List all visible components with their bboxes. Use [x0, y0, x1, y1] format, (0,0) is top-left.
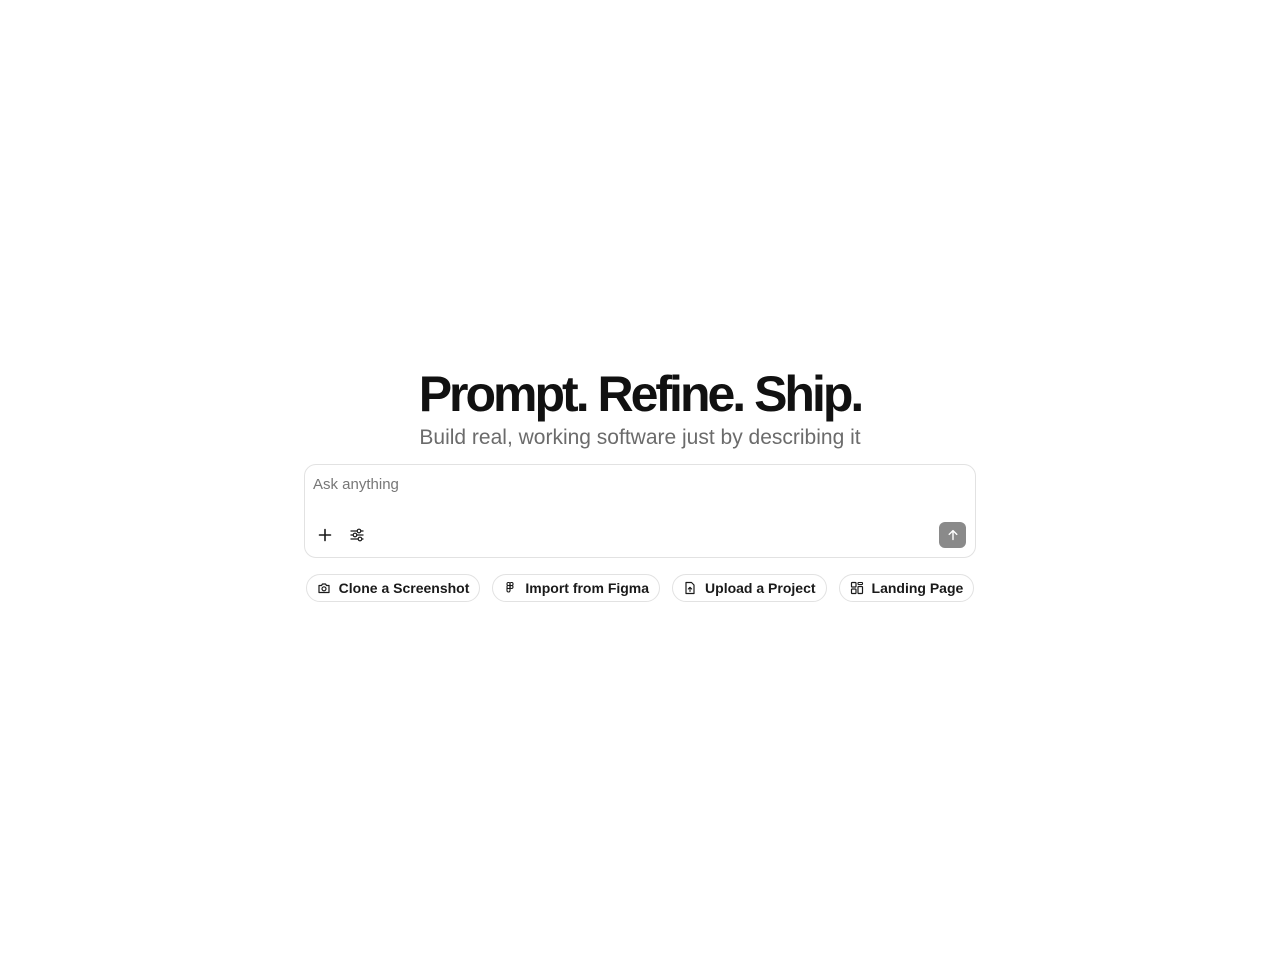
chip-label: Import from Figma — [525, 580, 650, 596]
file-upload-icon — [683, 581, 697, 595]
prompt-input[interactable] — [313, 473, 953, 495]
figma-icon — [503, 581, 517, 595]
landing-page-button[interactable]: Landing Page — [838, 574, 975, 602]
page-subtitle: Build real, working software just by des… — [419, 426, 861, 449]
settings-button[interactable] — [345, 523, 369, 547]
prompt-composer — [304, 464, 976, 558]
camera-icon — [317, 581, 331, 595]
page-title: Prompt. Refine. Ship. — [418, 366, 865, 422]
suggestion-chips: Clone a Screenshot Import from Figma Upl… — [0, 574, 1280, 602]
page: Prompt. Refine. Ship. Build real, workin… — [0, 0, 1280, 960]
plus-icon — [318, 528, 332, 542]
chip-label: Clone a Screenshot — [338, 580, 470, 596]
sliders-icon — [350, 528, 364, 542]
import-figma-button[interactable]: Import from Figma — [492, 574, 661, 602]
chip-label: Landing Page — [871, 580, 964, 596]
chip-label: Upload a Project — [705, 580, 816, 596]
arrow-up-icon — [948, 529, 957, 541]
layout-grid-icon — [850, 581, 864, 595]
clone-screenshot-button[interactable]: Clone a Screenshot — [305, 574, 481, 602]
attach-button[interactable] — [313, 523, 337, 547]
send-button[interactable] — [939, 522, 966, 548]
upload-project-button[interactable]: Upload a Project — [672, 574, 827, 602]
